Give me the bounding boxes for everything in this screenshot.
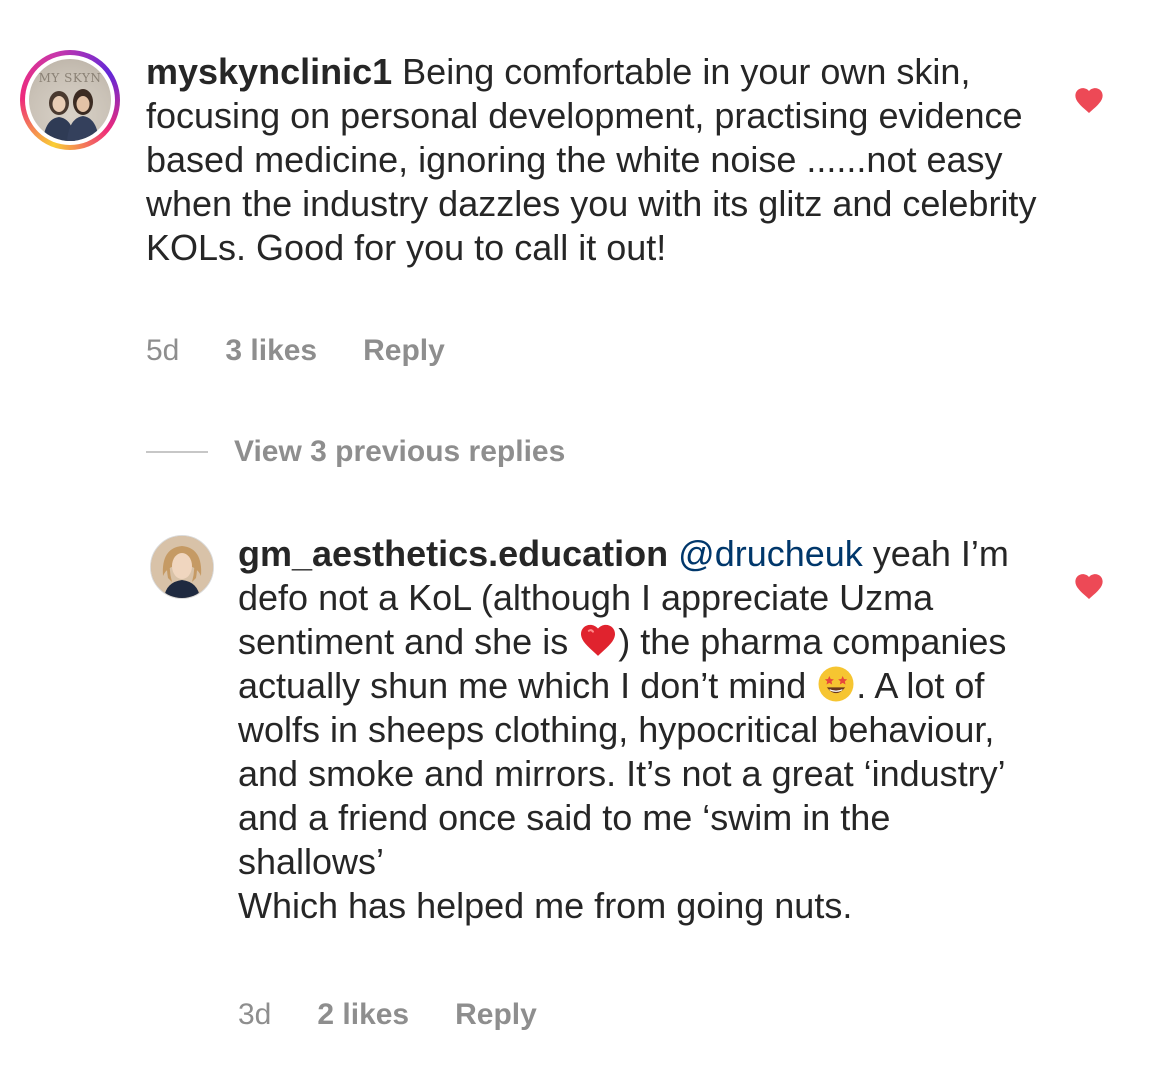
avatar-person-icon [151, 536, 213, 598]
avatar[interactable] [150, 535, 214, 599]
heart-filled-icon[interactable] [1072, 570, 1106, 600]
comment-item: MY SKYN myskynclinic1 Being comfortable … [0, 0, 1170, 400]
comment-username[interactable]: myskynclinic1 [146, 51, 392, 92]
avatar-people-icon [43, 89, 99, 141]
reply-time: 3d [238, 998, 272, 1031]
reply-button[interactable]: Reply [363, 334, 445, 368]
comment-likes-count[interactable]: 3 likes [225, 334, 317, 368]
reply-body: gm_aesthetics.education @drucheuk yeah I… [238, 532, 1028, 928]
reply-item: gm_aesthetics.education @drucheuk yeah I… [0, 520, 1170, 1060]
replies-divider-line [146, 451, 208, 453]
avatar: MY SKYN [29, 59, 111, 141]
comment-time: 5d [146, 334, 180, 367]
view-previous-replies-button[interactable]: View 3 previous replies [146, 432, 565, 472]
story-ring-avatar[interactable]: MY SKYN [20, 50, 120, 150]
reply-meta: 3d 2 likes Reply [238, 998, 537, 1032]
reply-button[interactable]: Reply [455, 998, 537, 1032]
view-previous-replies-label[interactable]: View 3 previous replies [234, 435, 565, 469]
red-heart-emoji-icon [578, 620, 618, 660]
star-struck-emoji-icon [816, 664, 856, 704]
reply-username[interactable]: gm_aesthetics.education [238, 533, 668, 574]
comment-body: myskynclinic1 Being comfortable in your … [146, 50, 1046, 270]
reply-text-part4: Which has helped me from going nuts. [238, 885, 853, 926]
heart-filled-icon[interactable] [1072, 84, 1106, 114]
comment-meta: 5d 3 likes Reply [146, 334, 445, 368]
mention-link[interactable]: @drucheuk [678, 533, 863, 574]
reply-likes-count[interactable]: 2 likes [317, 998, 409, 1032]
